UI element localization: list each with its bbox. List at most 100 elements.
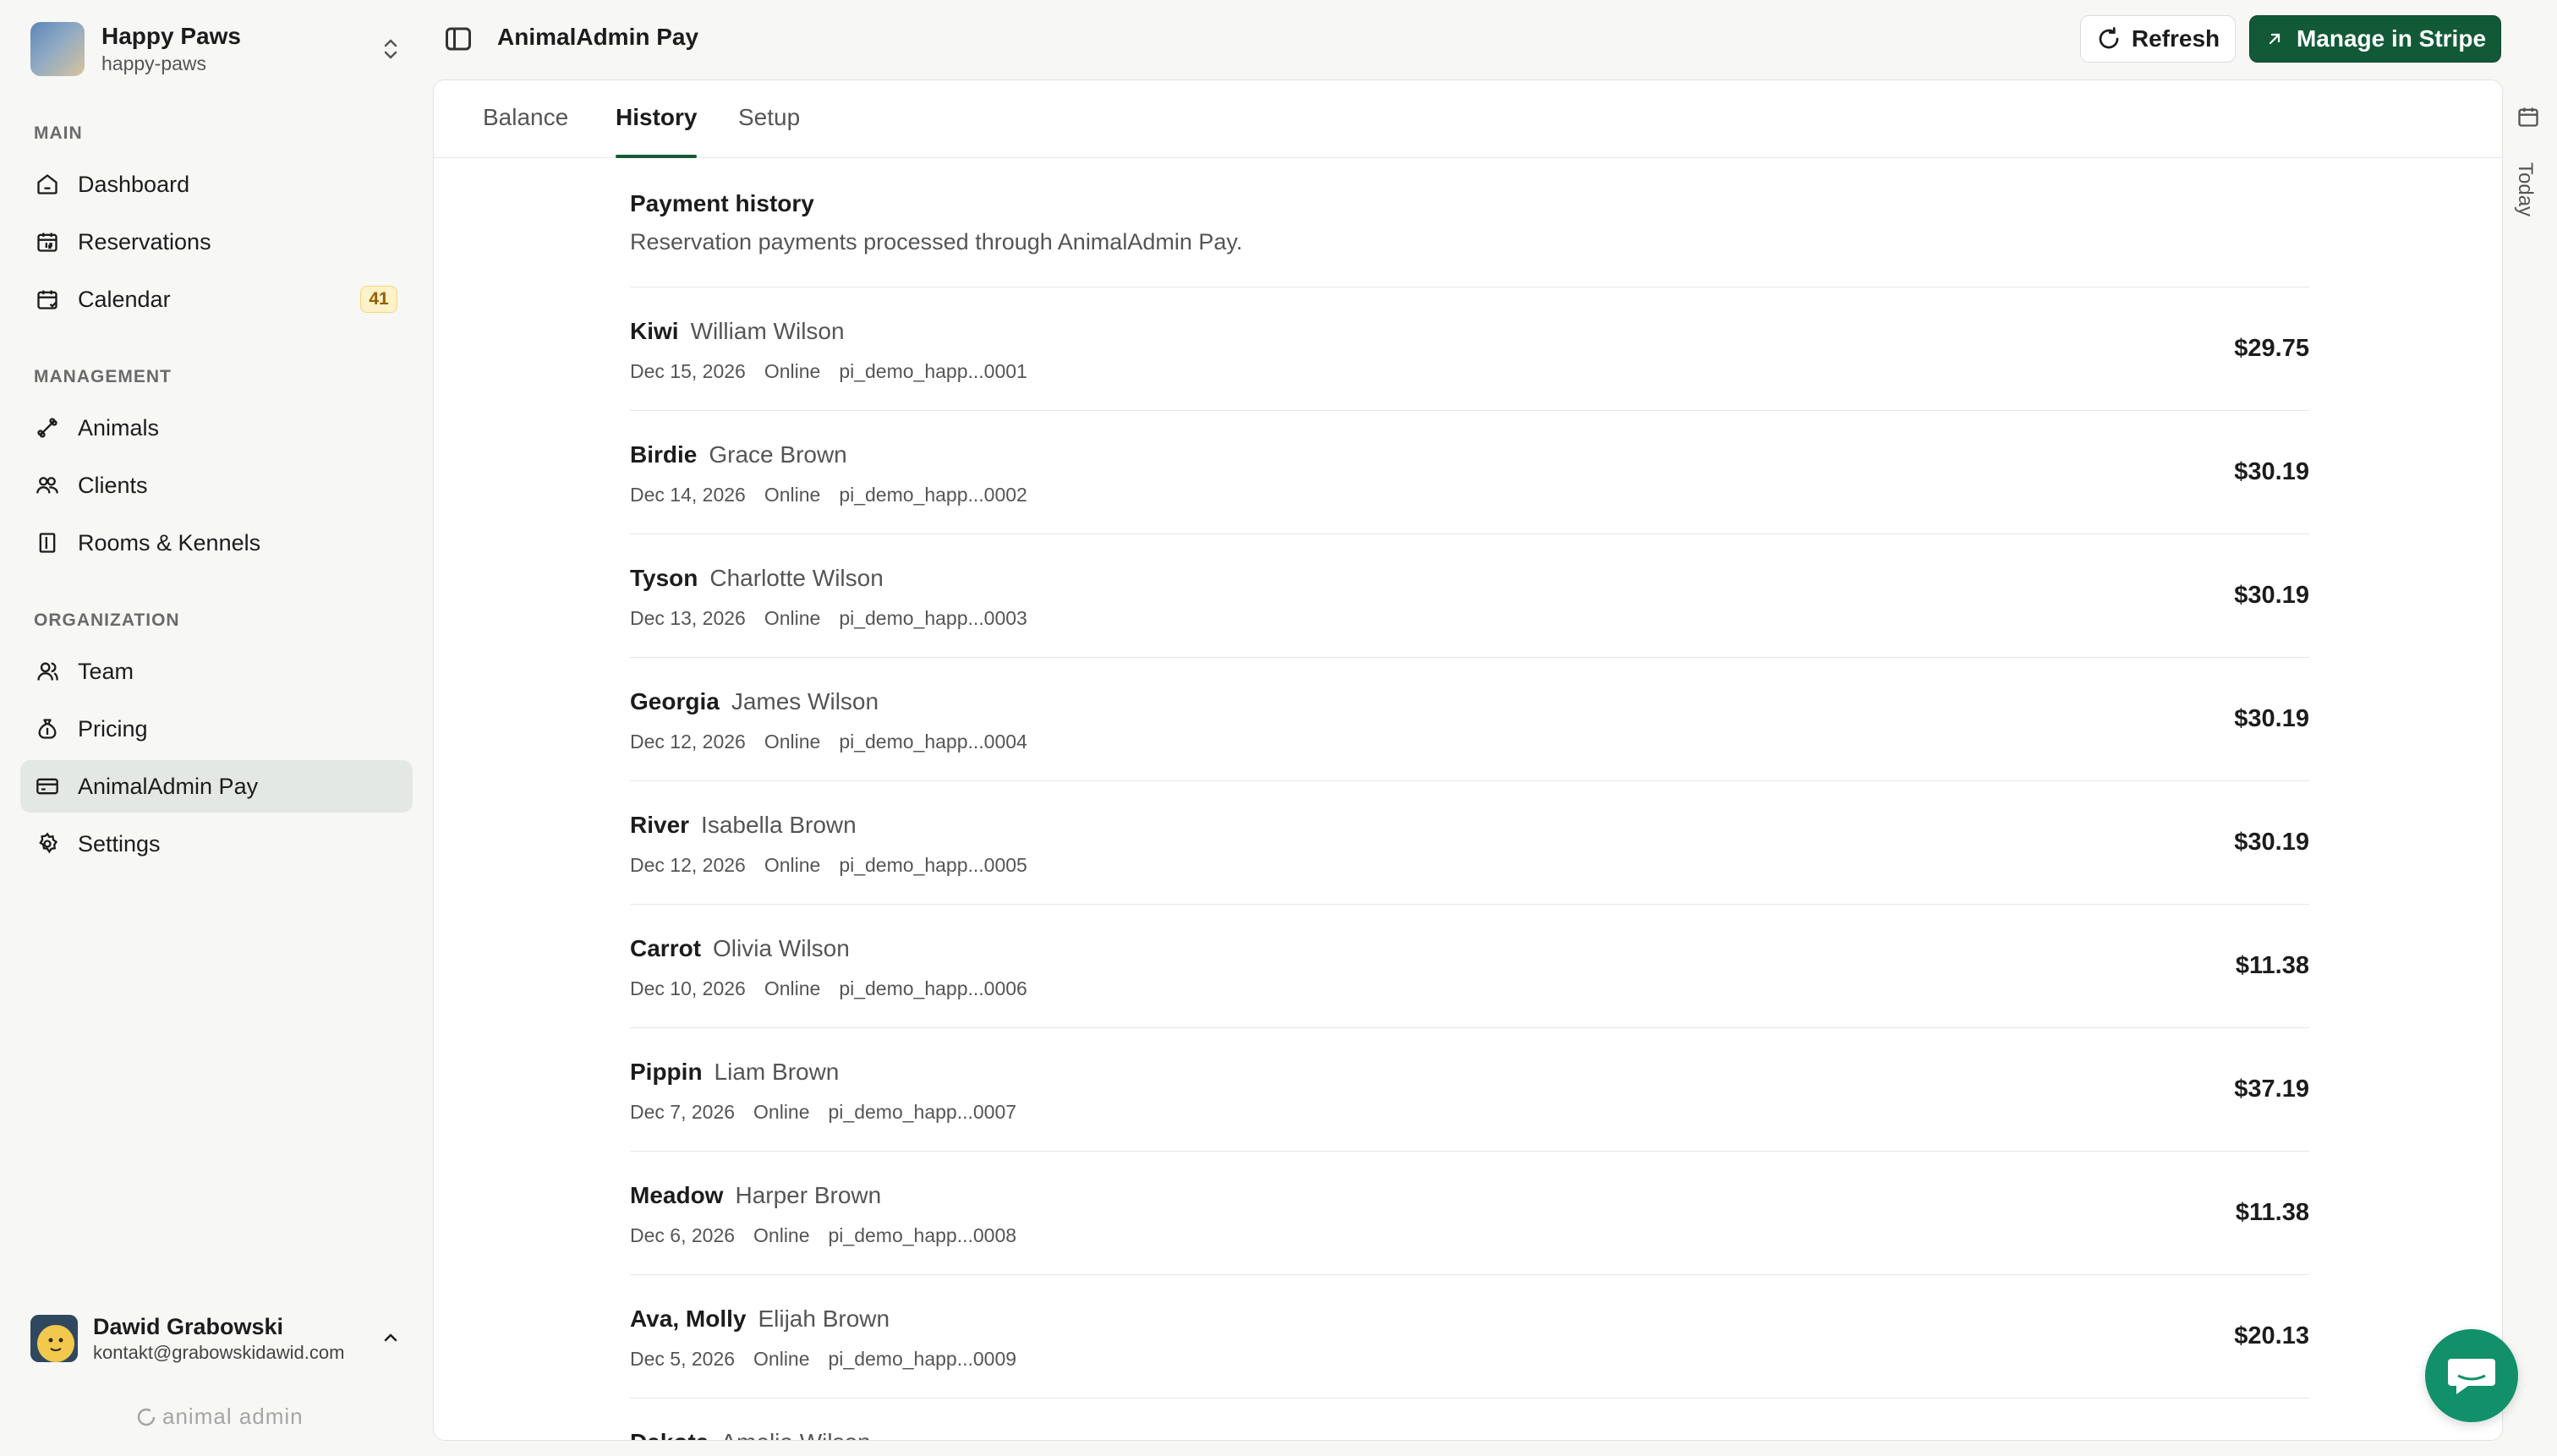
payment-date: Dec 12, 2026 — [630, 731, 746, 753]
payment-date: Dec 15, 2026 — [630, 360, 746, 382]
owner-name: Harper Brown — [735, 1182, 882, 1208]
refresh-icon — [2099, 27, 2119, 49]
sidebar-toggle-icon[interactable] — [443, 24, 474, 54]
payment-date: Dec 6, 2026 — [630, 1224, 736, 1246]
pet-name: Ava, Molly Elijah Brown — [630, 1305, 890, 1332]
payment-amount: $11.38 — [2235, 1199, 2309, 1226]
payment-row[interactable]: Birdie Grace Brown Dec 14, 2026 Online pi_d… — [630, 410, 2309, 534]
sidebar-item-label: Dashboard — [78, 171, 190, 197]
payment-amount: $30.19 — [2234, 829, 2309, 856]
owner-name: Grace Brown — [709, 441, 847, 468]
org-switcher[interactable]: Happy Paws happy-paws — [30, 20, 402, 78]
brand-logo-icon — [137, 1408, 156, 1426]
nav-section-management: MANAGEMENT — [34, 367, 172, 386]
payment-date: Dec 14, 2026 — [630, 484, 746, 506]
credit-card-icon — [34, 773, 61, 800]
pet-name: DakotaAmelia Wilson — [630, 1429, 871, 1440]
sidebar-item-animals[interactable]: Animals — [20, 402, 413, 454]
payment-meta: Dec 14, 2026 Online pi_demo_happ...0002 — [630, 484, 1027, 506]
sidebar-item-label: Settings — [78, 830, 161, 857]
pet-name: Pippin Liam Brown — [630, 1059, 840, 1085]
payment-amount: $37.19 — [2234, 1076, 2309, 1103]
payment-row[interactable]: Carrot Olivia Wilson Dec 10, 2026 Online pi… — [630, 904, 2309, 1027]
payment-row[interactable]: DakotaAmelia Wilson — [630, 1398, 2309, 1440]
user-text: Dawid Grabowski kontakt@grabowskidawid.c… — [93, 1312, 344, 1365]
sidebar-item-clients[interactable]: Clients — [20, 459, 413, 512]
owner-name: James Wilson — [731, 688, 879, 714]
tab-setup[interactable]: Setup — [738, 104, 800, 158]
payment-method: Online — [753, 1224, 810, 1246]
payment-row[interactable]: Kiwi William Wilson Dec 15, 2026 Online pi_… — [630, 287, 2309, 410]
payment-list: Kiwi William Wilson Dec 15, 2026 Online pi_… — [630, 287, 2309, 1440]
sidebar-item-pricing[interactable]: Pricing — [20, 703, 413, 755]
payment-row[interactable]: Ava, Molly Elijah Brown Dec 5, 2026 Online… — [630, 1274, 2309, 1398]
payment-row[interactable]: Meadow Harper Brown Dec 6, 2026 Online pi_d… — [630, 1151, 2309, 1274]
manage-in-stripe-button[interactable]: Manage in Stripe — [2249, 15, 2501, 63]
calendar-count-badge: 41 — [360, 286, 397, 313]
brand-footer: animal admin — [135, 1404, 304, 1430]
chevron-up-icon — [384, 1333, 397, 1342]
arrow-up-right-icon — [2269, 33, 2280, 45]
gear-icon — [34, 830, 61, 857]
payment-method: Online — [753, 1348, 810, 1370]
payment-amount: $11.38 — [2235, 952, 2309, 979]
payment-id: pi_demo_happ...0004 — [839, 731, 1027, 753]
refresh-button[interactable]: Refresh — [2080, 15, 2236, 63]
sidebar: Happy Paws happy-paws MAIN Dashboard Res… — [0, 0, 430, 1456]
owner-name: Amelia Wilson — [720, 1429, 870, 1440]
user-name: Dawid Grabowski — [93, 1314, 284, 1339]
pet-name: Kiwi William Wilson — [630, 318, 845, 344]
payment-amount: $30.19 — [2234, 705, 2309, 732]
payment-method: Online — [764, 484, 821, 506]
pet-name: River Isabella Brown — [630, 812, 857, 838]
chat-icon — [2448, 1359, 2495, 1394]
payment-meta: Dec 15, 2026 Online pi_demo_happ...0001 — [630, 360, 1027, 383]
payment-date: Dec 12, 2026 — [630, 854, 746, 876]
sidebar-item-team[interactable]: Team — [20, 645, 413, 698]
sidebar-item-reservations[interactable]: Reservations — [20, 216, 413, 268]
payment-row[interactable]: Georgia James Wilson Dec 12, 2026 Online pi… — [630, 657, 2309, 780]
pet-name: Georgia James Wilson — [630, 688, 879, 714]
payment-amount: $29.75 — [2234, 335, 2309, 362]
nav-section-organization: ORGANIZATION — [34, 610, 180, 630]
sidebar-item-rooms-kennels[interactable]: Rooms & Kennels — [20, 517, 413, 569]
app-root: Happy Paws happy-paws MAIN Dashboard Res… — [0, 0, 2557, 1456]
org-text: Happy Paws happy-paws — [101, 22, 241, 76]
sidebar-item-dashboard[interactable]: Dashboard — [20, 158, 413, 211]
today-button[interactable]: Today — [2513, 162, 2537, 216]
sidebar-item-label: Team — [78, 658, 134, 684]
payment-method: Online — [764, 360, 821, 382]
payment-meta: Dec 7, 2026 Online pi_demo_happ...0007 — [630, 1101, 1016, 1124]
topbar: AnimalAdmin Pay Refresh Manage in Stripe — [430, 0, 2557, 78]
tab-bar: Balance History Setup — [434, 80, 2502, 158]
org-slug: happy-paws — [101, 52, 207, 74]
pet-name: Meadow Harper Brown — [630, 1182, 882, 1208]
payment-row[interactable]: Pippin Liam Brown Dec 7, 2026 Online pi_dem… — [630, 1027, 2309, 1151]
sidebar-item-settings[interactable]: Settings — [20, 818, 413, 870]
payment-meta: Dec 10, 2026 Online pi_demo_happ...0006 — [630, 977, 1027, 1000]
tab-balance[interactable]: Balance — [483, 104, 568, 158]
payment-method: Online — [764, 731, 821, 753]
sidebar-item-label: Calendar — [78, 286, 171, 312]
payment-row[interactable]: River Isabella Brown Dec 12, 2026 Online pi… — [630, 780, 2309, 904]
pet-name: Birdie Grace Brown — [630, 441, 847, 468]
tab-history[interactable]: History — [616, 104, 698, 158]
avatar — [30, 1315, 78, 1362]
sidebar-item-calendar[interactable]: Calendar 41 — [20, 273, 413, 326]
door-icon — [34, 529, 61, 556]
chat-button[interactable] — [2425, 1329, 2518, 1422]
user-email: kontakt@grabowskidawid.com — [93, 1342, 345, 1363]
users-icon — [34, 472, 61, 499]
payment-row[interactable]: Tyson Charlotte Wilson Dec 13, 2026 Online… — [630, 534, 2309, 657]
sidebar-item-animaladmin-pay[interactable]: AnimalAdmin Pay — [20, 760, 413, 813]
chevron-up-down-icon — [384, 39, 397, 59]
nav-section-main: MAIN — [34, 123, 83, 143]
payment-id: pi_demo_happ...0001 — [839, 360, 1027, 382]
calendar-icon[interactable] — [2516, 105, 2540, 129]
payment-id: pi_demo_happ...0002 — [839, 484, 1027, 506]
sidebar-item-label: Rooms & Kennels — [78, 529, 261, 556]
user-menu[interactable]: Dawid Grabowski kontakt@grabowskidawid.c… — [30, 1309, 402, 1368]
payment-meta: Dec 6, 2026 Online pi_demo_happ...0008 — [630, 1224, 1016, 1247]
calendar-number-icon — [34, 228, 61, 255]
payment-method: Online — [764, 854, 821, 876]
